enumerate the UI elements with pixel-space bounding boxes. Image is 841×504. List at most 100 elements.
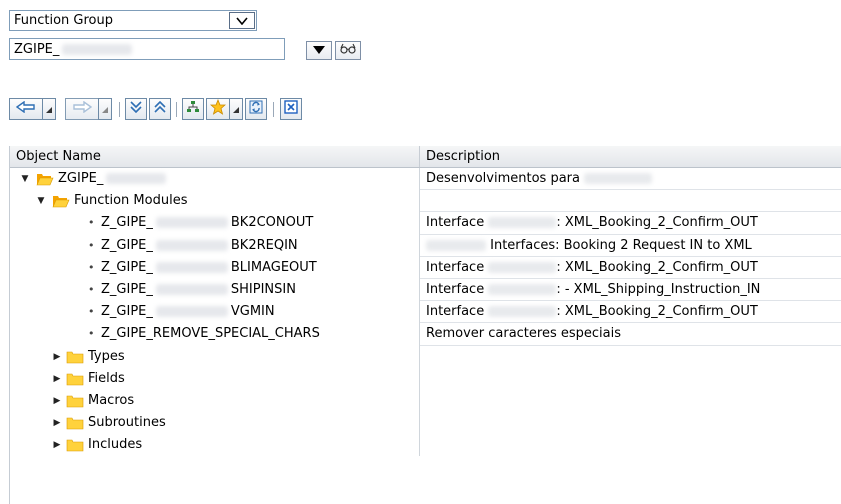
- module-suffix: VGMIN: [230, 304, 275, 320]
- hierarchy-icon: [186, 100, 200, 118]
- folder-label: Fields: [88, 370, 125, 386]
- double-chevron-up-icon: [153, 100, 167, 117]
- bullet-icon: •: [88, 260, 95, 274]
- folder-icon: [66, 373, 84, 385]
- redacted-text: [488, 306, 557, 318]
- module-suffix: SHIPINSIN: [230, 281, 296, 297]
- expand-triangle-icon[interactable]: ▼: [36, 190, 46, 212]
- module-description: : XML_Booking_2_Confirm_OUT: [556, 259, 758, 275]
- bullet-icon: •: [88, 238, 95, 252]
- tree-row-module[interactable]: • Z_GIPE_ BK2CONOUT Interface : XML_Booki…: [10, 212, 841, 235]
- folder-label: Types: [88, 348, 125, 364]
- column-header-description[interactable]: Description: [420, 146, 841, 167]
- tree-row-folder-macros[interactable]: ▶ Macros: [10, 389, 841, 413]
- redacted-text: [155, 306, 228, 318]
- module-prefix: Z_GIPE_: [101, 304, 153, 320]
- redacted-text: [584, 173, 653, 184]
- favorites-menu-button[interactable]: [229, 98, 243, 120]
- folder-label: Includes: [88, 437, 143, 453]
- toolbar-separator: [273, 102, 274, 117]
- forward-history-button[interactable]: [98, 98, 112, 120]
- redacted-text: [488, 261, 557, 273]
- collapsed-triangle-icon[interactable]: ▶: [52, 434, 62, 456]
- toolbar-separator: [176, 102, 177, 117]
- folder-open-icon: [36, 174, 54, 186]
- folder-open-icon: [52, 196, 70, 208]
- module-description: : XML_Booking_2_Confirm_OUT: [556, 304, 758, 320]
- folder-label: Subroutines: [88, 415, 166, 431]
- star-icon: [209, 98, 227, 119]
- module-description: Remover caracteres especiais: [426, 326, 621, 342]
- back-button[interactable]: [9, 98, 43, 120]
- tree-row-folder-includes[interactable]: ▶ Includes: [10, 434, 841, 457]
- collapse-all-button[interactable]: [149, 98, 171, 120]
- object-name-input[interactable]: ZGIPE_: [9, 38, 285, 60]
- favorites-button[interactable]: [206, 98, 230, 120]
- object-type-select[interactable]: Function Group: [9, 10, 257, 31]
- arrow-right-icon: [72, 100, 93, 117]
- redacted-text: [488, 217, 557, 229]
- bullet-icon: •: [88, 305, 95, 319]
- redacted-text: [106, 173, 167, 184]
- corner-triangle-icon: [233, 102, 239, 117]
- close-button[interactable]: [280, 98, 302, 120]
- toolbar-separator: [119, 102, 120, 117]
- tree-row-function-modules[interactable]: ▼ Function Modules: [10, 190, 841, 213]
- close-icon: [284, 100, 298, 118]
- display-object-button[interactable]: [335, 41, 361, 60]
- chevron-down-icon[interactable]: [229, 12, 255, 29]
- glasses-icon: [340, 43, 356, 59]
- refresh-icon: [249, 100, 263, 118]
- module-suffix: BK2CONOUT: [230, 215, 314, 231]
- tree-row-folder-subroutines[interactable]: ▶ Subroutines: [10, 412, 841, 435]
- bullet-icon: •: [88, 327, 95, 341]
- module-description: : - XML_Shipping_Instruction_IN: [556, 281, 761, 297]
- redacted-text: [155, 217, 228, 229]
- refresh-button[interactable]: [245, 98, 267, 120]
- redacted-text: [62, 43, 133, 55]
- tree-header: Object Name Description: [10, 146, 841, 168]
- folder-icon: [66, 351, 84, 363]
- tree-row-root[interactable]: ▼ ZGIPE_ Desenvolvimentos para: [10, 168, 841, 191]
- module-label: Z_GIPE_REMOVE_SPECIAL_CHARS: [101, 326, 320, 342]
- tree-row-folder-fields[interactable]: ▶ Fields: [10, 367, 841, 390]
- tree-row-module[interactable]: • Z_GIPE_ SHIPINSIN Interface : - XML_Shi…: [10, 278, 841, 302]
- tree-row-folder-types[interactable]: ▶ Types: [10, 345, 841, 368]
- object-name-dropdown-button[interactable]: [306, 41, 332, 60]
- back-history-button[interactable]: [42, 98, 56, 120]
- module-prefix: Z_GIPE_: [101, 237, 153, 253]
- redacted-text: [488, 283, 557, 295]
- function-modules-label: Function Modules: [74, 193, 188, 209]
- object-tree: Object Name Description ▼ ZGIPE_ Desenvo…: [9, 146, 841, 504]
- redacted-text: [155, 261, 228, 273]
- folder-icon: [66, 395, 84, 408]
- module-description-prefix: Interface: [426, 281, 485, 297]
- module-description-prefix: Interface: [426, 215, 485, 231]
- bullet-icon: •: [88, 216, 95, 230]
- tree-row-module[interactable]: • Z_GIPE_ BLIMAGEOUT Interface : XML_Book…: [10, 256, 841, 279]
- module-prefix: Z_GIPE_: [101, 281, 153, 297]
- folder-icon: [66, 439, 84, 452]
- double-chevron-down-icon: [129, 101, 143, 117]
- tree-row-module[interactable]: • Z_GIPE_REMOVE_SPECIAL_CHARS Remover ca…: [10, 323, 841, 346]
- collapsed-triangle-icon[interactable]: ▶: [52, 368, 62, 390]
- module-suffix: BLIMAGEOUT: [230, 259, 317, 275]
- root-label: ZGIPE_: [58, 171, 104, 186]
- forward-button[interactable]: [65, 98, 99, 120]
- triangle-down-icon: [313, 43, 325, 58]
- hierarchy-button[interactable]: [182, 98, 204, 120]
- collapsed-triangle-icon[interactable]: ▶: [52, 346, 62, 368]
- tree-row-module[interactable]: • Z_GIPE_ VGMIN Interface : XML_Booking_2…: [10, 301, 841, 324]
- module-prefix: Z_GIPE_: [101, 215, 153, 231]
- expand-all-button[interactable]: [125, 98, 147, 120]
- redacted-text: [155, 239, 228, 251]
- collapsed-triangle-icon[interactable]: ▶: [52, 390, 62, 412]
- corner-triangle-icon: [102, 102, 108, 117]
- tree-row-module[interactable]: • Z_GIPE_ BK2REQIN Interfaces: Booking 2 …: [10, 234, 841, 257]
- collapsed-triangle-icon[interactable]: ▶: [52, 412, 62, 434]
- expand-triangle-icon[interactable]: ▼: [20, 168, 30, 190]
- module-description: : XML_Booking_2_Confirm_OUT: [556, 215, 758, 231]
- column-header-object-name[interactable]: Object Name: [10, 146, 420, 167]
- redacted-text: [155, 283, 228, 295]
- object-name-value: ZGIPE_: [14, 41, 60, 57]
